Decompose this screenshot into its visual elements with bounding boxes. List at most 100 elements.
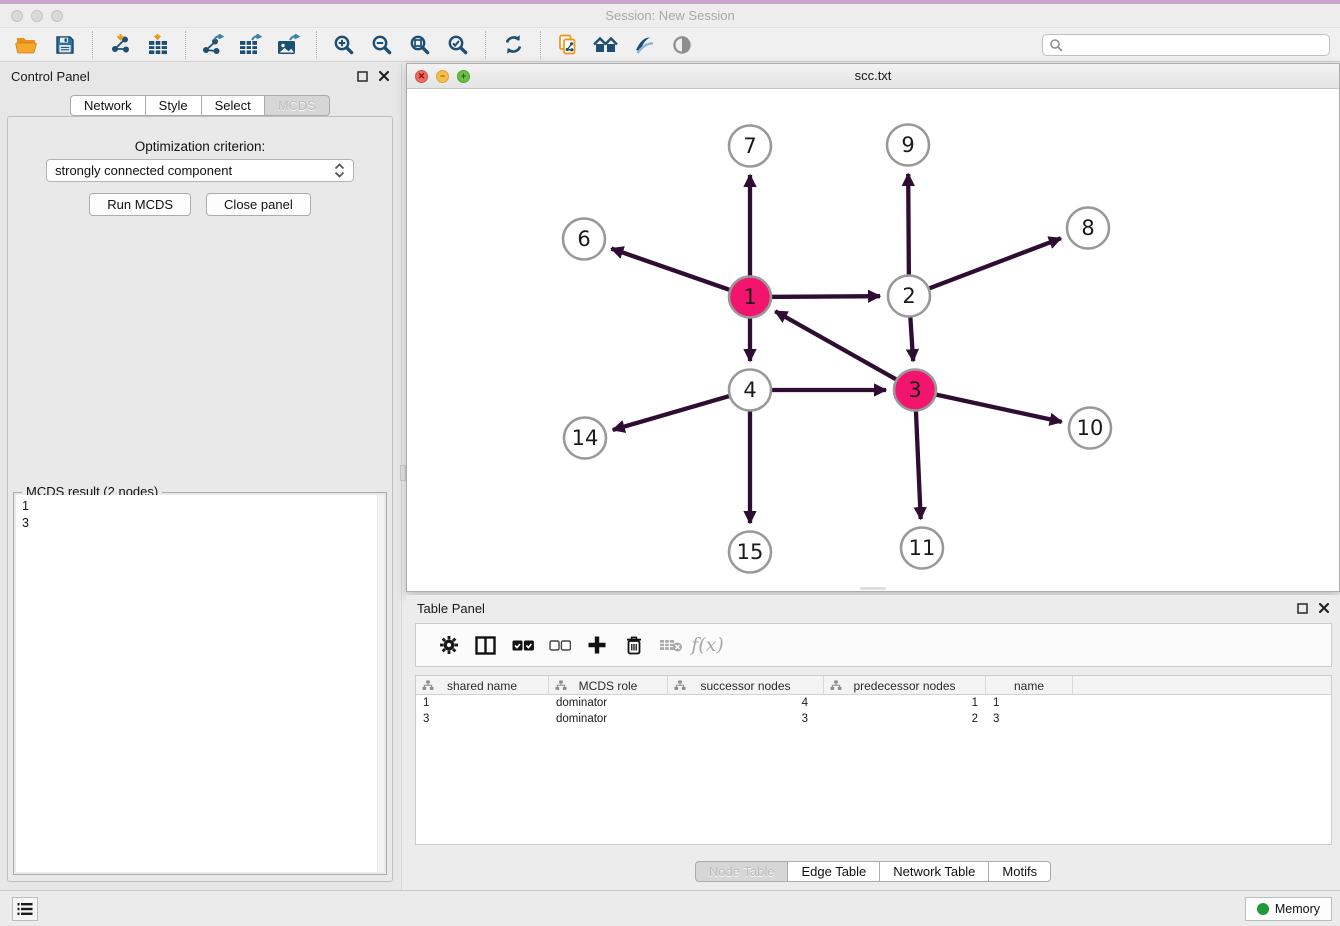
- minimize-window-icon[interactable]: [31, 10, 43, 22]
- close-panel-icon[interactable]: [1319, 603, 1329, 613]
- memory-label: Memory: [1275, 902, 1320, 916]
- graph-node-label: 4: [743, 378, 756, 402]
- graph-edge-3-10[interactable]: [925, 392, 1062, 422]
- close-panel-icon[interactable]: [379, 71, 389, 81]
- function-builder-icon: f(x): [689, 630, 726, 660]
- window-controls[interactable]: [11, 10, 63, 22]
- close-window-icon[interactable]: [11, 10, 23, 22]
- network-window-titlebar[interactable]: ✕ − + scc.txt: [407, 64, 1339, 89]
- select-all-columns-icon[interactable]: [504, 630, 541, 660]
- zoom-window-icon[interactable]: [51, 10, 63, 22]
- style-icon[interactable]: [628, 30, 660, 60]
- table-row[interactable]: 1dominator411: [416, 695, 1331, 711]
- run-mcds-button[interactable]: Run MCDS: [89, 193, 191, 216]
- table-cell[interactable]: 1: [824, 697, 986, 709]
- criterion-dropdown[interactable]: strongly connected component: [46, 159, 354, 182]
- close-panel-button[interactable]: Close panel: [206, 193, 311, 216]
- table-cell[interactable]: 3: [416, 713, 549, 725]
- graph-edge-1-6[interactable]: [611, 249, 740, 294]
- refresh-layout-icon[interactable]: [497, 30, 529, 60]
- graph-edge-2-9[interactable]: [908, 174, 909, 286]
- table-panel-header: Table Panel: [406, 595, 1340, 621]
- add-column-icon[interactable]: [578, 630, 615, 660]
- maximize-view-icon[interactable]: +: [457, 70, 470, 83]
- tab-style[interactable]: Style: [145, 95, 201, 116]
- network-graph[interactable]: 7968124314101511: [407, 89, 1339, 591]
- tab-mcds[interactable]: MCDS: [264, 95, 330, 116]
- result-scrollbar[interactable]: [377, 495, 384, 872]
- show-hide-icon[interactable]: [666, 30, 698, 60]
- graph-edge-3-11[interactable]: [915, 400, 920, 519]
- network-canvas[interactable]: 7968124314101511: [407, 89, 1339, 591]
- status-bar: Memory: [0, 890, 1340, 926]
- graph-node-label: 1: [743, 285, 756, 309]
- column-header-shared-name[interactable]: shared name: [416, 676, 549, 695]
- tab-network[interactable]: Network: [70, 95, 145, 116]
- first-neighbors-icon[interactable]: [590, 30, 622, 60]
- table-panel: Table Panel: [406, 595, 1340, 890]
- graph-edge-2-8[interactable]: [918, 238, 1061, 292]
- zoom-in-icon[interactable]: [328, 30, 360, 60]
- memory-button[interactable]: Memory: [1245, 897, 1332, 921]
- float-panel-icon[interactable]: [357, 71, 368, 82]
- import-table-icon[interactable]: [142, 30, 174, 60]
- table-cell[interactable]: 3: [668, 713, 824, 725]
- zoom-selected-icon[interactable]: [442, 30, 474, 60]
- tab-node-table[interactable]: Node Table: [695, 861, 788, 882]
- search-field[interactable]: [1042, 34, 1330, 56]
- column-layout-icon[interactable]: [467, 630, 504, 660]
- toolbar-separator: [92, 31, 93, 59]
- column-header-name[interactable]: name: [986, 676, 1073, 695]
- graph-edge-4-14[interactable]: [613, 393, 741, 430]
- main-toolbar: [0, 28, 1340, 62]
- open-session-icon[interactable]: [11, 30, 43, 60]
- export-image-icon[interactable]: [273, 30, 305, 60]
- tab-motifs[interactable]: Motifs: [988, 861, 1051, 882]
- table-cell[interactable]: 3: [986, 713, 1073, 725]
- table-body[interactable]: 1dominator4113dominator323: [416, 695, 1331, 727]
- gear-icon[interactable]: [430, 630, 467, 660]
- app-title: Session: New Session: [0, 4, 1340, 27]
- export-network-icon[interactable]: [197, 30, 229, 60]
- column-header-successor-nodes[interactable]: successor nodes: [668, 676, 824, 695]
- table-cell[interactable]: 2: [824, 713, 986, 725]
- toolbar-separator: [540, 31, 541, 59]
- graph-edge-1-2[interactable]: [760, 296, 880, 297]
- network-view-title: scc.txt: [407, 64, 1339, 88]
- delete-column-icon[interactable]: [615, 630, 652, 660]
- tab-network-table[interactable]: Network Table: [879, 861, 988, 882]
- table-cell[interactable]: dominator: [549, 713, 668, 725]
- table-cell[interactable]: dominator: [549, 697, 668, 709]
- table-cell[interactable]: 1: [416, 697, 549, 709]
- table-header-row[interactable]: shared nameMCDS rolesuccessor nodesprede…: [416, 676, 1331, 695]
- table-cell[interactable]: 1: [986, 697, 1073, 709]
- table-cell[interactable]: 4: [668, 697, 824, 709]
- toolbar-separator: [316, 31, 317, 59]
- export-table-icon[interactable]: [235, 30, 267, 60]
- search-input[interactable]: [1063, 36, 1329, 54]
- tab-select[interactable]: Select: [201, 95, 264, 116]
- minimize-view-icon[interactable]: −: [436, 70, 449, 83]
- network-window-controls[interactable]: ✕ − +: [415, 70, 470, 83]
- column-header-MCDS-role[interactable]: MCDS role: [549, 676, 668, 695]
- mcds-result-list[interactable]: 13: [16, 495, 384, 872]
- zoom-out-icon[interactable]: [366, 30, 398, 60]
- save-session-icon[interactable]: [49, 30, 81, 60]
- float-panel-icon[interactable]: [1297, 603, 1308, 614]
- node-table[interactable]: shared nameMCDS rolesuccessor nodesprede…: [415, 675, 1332, 845]
- column-header-predecessor-nodes[interactable]: predecessor nodes: [824, 676, 986, 695]
- canvas-resize-hint: [860, 587, 886, 590]
- list-icon: [17, 902, 33, 916]
- graph-node-label: 9: [901, 133, 914, 157]
- table-row[interactable]: 3dominator323: [416, 711, 1331, 727]
- tab-edge-table[interactable]: Edge Table: [787, 861, 879, 882]
- deselect-all-columns-icon[interactable]: [541, 630, 578, 660]
- control-panel-tabs: NetworkStyleSelectMCDS: [0, 95, 400, 116]
- zoom-fit-icon[interactable]: [404, 30, 436, 60]
- control-panel: Control Panel NetworkStyleSelectMCDS Opt…: [0, 63, 400, 890]
- clone-network-icon[interactable]: [552, 30, 584, 60]
- close-view-icon[interactable]: ✕: [415, 70, 428, 83]
- import-network-icon[interactable]: [104, 30, 136, 60]
- graph-edge-3-1[interactable]: [775, 311, 906, 385]
- task-history-button[interactable]: [12, 897, 38, 921]
